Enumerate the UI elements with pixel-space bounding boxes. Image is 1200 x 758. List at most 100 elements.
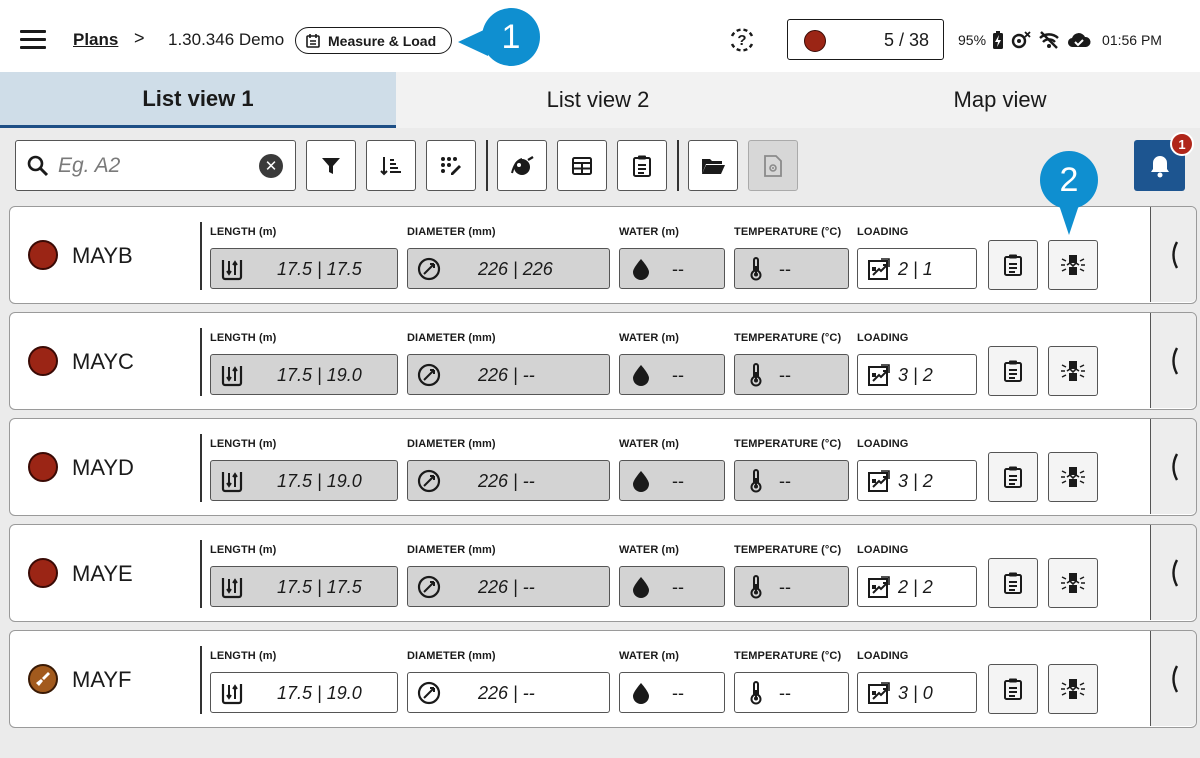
diameter-value: 226 | -- — [478, 471, 535, 491]
length-field[interactable]: 17.5 | 19.0 — [210, 460, 398, 501]
report-button[interactable] — [617, 140, 667, 191]
clear-search-button[interactable]: ✕ — [259, 154, 283, 178]
row-report-button[interactable] — [988, 346, 1038, 396]
loading-field[interactable]: 3 | 2 — [857, 354, 977, 395]
row-expand-handle[interactable] — [1150, 207, 1196, 302]
length-field[interactable]: 17.5 | 19.0 — [210, 672, 398, 713]
dots-edit-icon — [441, 156, 461, 175]
row-report-button[interactable] — [988, 240, 1038, 290]
status-dot — [28, 452, 58, 482]
length-label: LENGTH (m) — [210, 544, 277, 556]
tab-map-view[interactable]: Map view — [800, 72, 1200, 128]
row-expand-handle[interactable] — [1150, 525, 1196, 620]
temperature-field[interactable]: -- — [734, 354, 849, 395]
row-expand-handle[interactable] — [1150, 631, 1196, 726]
log-break-icon — [1061, 255, 1085, 275]
loading-value: 2 | 2 — [898, 577, 933, 597]
loading-field[interactable]: 2 | 1 — [857, 248, 977, 289]
length-label: LENGTH (m) — [210, 650, 277, 662]
row-expand-handle[interactable] — [1150, 419, 1196, 514]
row-break-button[interactable] — [1048, 346, 1098, 396]
open-folder-button[interactable] — [688, 140, 738, 191]
row-break-button[interactable] — [1048, 558, 1098, 608]
water-label: WATER (m) — [619, 544, 679, 556]
shovel-icon — [36, 672, 50, 686]
diameter-field[interactable]: 226 | -- — [407, 460, 610, 501]
loading-field[interactable]: 2 | 2 — [857, 566, 977, 607]
row-divider — [200, 434, 202, 502]
diameter-value: 226 | -- — [478, 577, 535, 597]
log-break-icon — [1061, 573, 1085, 593]
length-icon — [221, 366, 243, 387]
diameter-label: DIAMETER (mm) — [407, 438, 496, 450]
water-value: -- — [672, 577, 684, 597]
water-field[interactable]: -- — [619, 566, 725, 607]
log-name: MAYC — [72, 349, 134, 374]
row-break-button[interactable] — [1048, 664, 1098, 714]
loading-value: 3 | 2 — [898, 365, 933, 385]
notifications-button[interactable]: 1 — [1134, 132, 1194, 191]
row-report-button[interactable] — [988, 452, 1038, 502]
sort-button[interactable] — [366, 140, 416, 191]
clock: 01:56 PM — [1102, 32, 1162, 48]
clear-icon: ✕ — [264, 158, 278, 175]
diameter-field[interactable]: 226 | -- — [407, 566, 610, 607]
log-view-button[interactable] — [497, 140, 547, 191]
mode-badge[interactable]: Measure & Load — [295, 27, 452, 54]
menu-icon[interactable] — [20, 30, 46, 50]
diameter-field[interactable]: 226 | -- — [407, 672, 610, 713]
list-item: MAYB LENGTH (m) DIAMETER (mm) WATER (m) … — [9, 206, 1197, 304]
water-field[interactable]: -- — [619, 248, 725, 289]
temperature-field[interactable]: -- — [734, 672, 849, 713]
bulk-edit-button[interactable] — [426, 140, 476, 191]
water-field[interactable]: -- — [619, 672, 725, 713]
row-break-button[interactable] — [1048, 240, 1098, 290]
length-field[interactable]: 17.5 | 19.0 — [210, 354, 398, 395]
loading-field[interactable]: 3 | 2 — [857, 460, 977, 501]
row-break-button[interactable] — [1048, 452, 1098, 502]
callout-number: 2 — [1059, 160, 1079, 199]
length-field[interactable]: 17.5 | 17.5 — [210, 248, 398, 289]
tab-list-view-2[interactable]: List view 2 — [396, 72, 800, 128]
water-field[interactable]: -- — [619, 460, 725, 501]
log-break-icon — [1061, 679, 1085, 699]
clipboard-icon — [1004, 466, 1022, 488]
temperature-value: -- — [779, 365, 791, 385]
table-view-button[interactable] — [557, 140, 607, 191]
diameter-icon — [417, 681, 441, 705]
water-drop-icon — [633, 471, 649, 492]
temperature-field[interactable]: -- — [734, 460, 849, 501]
filter-button[interactable] — [306, 140, 356, 191]
temperature-value: -- — [779, 471, 791, 491]
toolbar: ✕ 1 — [0, 128, 1200, 206]
diameter-icon — [417, 575, 441, 599]
search-input[interactable] — [58, 153, 238, 178]
length-icon — [221, 260, 243, 281]
length-field[interactable]: 17.5 | 17.5 — [210, 566, 398, 607]
diameter-field[interactable]: 226 | -- — [407, 354, 610, 395]
temperature-field[interactable]: -- — [734, 248, 849, 289]
log-name: MAYE — [72, 561, 133, 586]
status-dot — [804, 30, 826, 52]
row-report-button[interactable] — [988, 558, 1038, 608]
water-label: WATER (m) — [619, 650, 679, 662]
water-field[interactable]: -- — [619, 354, 725, 395]
row-divider — [200, 328, 202, 396]
tab-list-view-1[interactable]: List view 1 — [0, 72, 396, 128]
preview-document-button[interactable] — [748, 140, 798, 191]
diameter-field[interactable]: 226 | 226 — [407, 248, 610, 289]
help-icon[interactable]: ? — [728, 26, 756, 54]
progress-counter[interactable]: 5 / 38 — [787, 19, 944, 60]
view-tabs: List view 1 List view 2 Map view — [0, 72, 1200, 128]
loading-label: LOADING — [857, 544, 909, 556]
row-report-button[interactable] — [988, 664, 1038, 714]
clipboard-icon — [1004, 678, 1022, 700]
temperature-field[interactable]: -- — [734, 566, 849, 607]
row-expand-handle[interactable] — [1150, 313, 1196, 408]
temperature-label: TEMPERATURE (°C) — [734, 544, 842, 556]
breadcrumb-plans-link[interactable]: Plans — [73, 30, 118, 50]
loading-field[interactable]: 3 | 0 — [857, 672, 977, 713]
log-name: MAYF — [72, 667, 132, 692]
wifi-off-icon — [1039, 31, 1059, 49]
water-label: WATER (m) — [619, 226, 679, 238]
